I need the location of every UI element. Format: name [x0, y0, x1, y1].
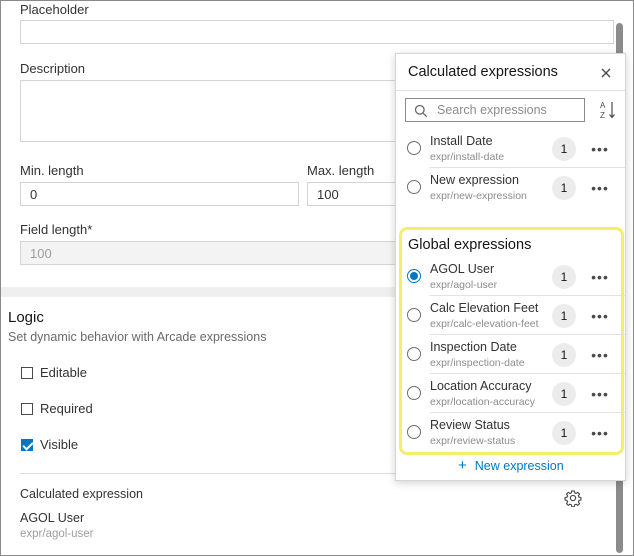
- expression-path: expr/inspection-date: [430, 357, 525, 369]
- new-expression-button[interactable]: + New expression: [458, 457, 564, 474]
- required-label: Required: [40, 401, 93, 416]
- expression-path: expr/calc-elevation-feet: [430, 318, 539, 330]
- expression-radio[interactable]: [407, 180, 421, 194]
- more-options-icon[interactable]: •••: [591, 265, 609, 289]
- editable-checkbox[interactable]: [21, 367, 33, 379]
- svg-text:Z: Z: [600, 111, 605, 120]
- global-expression-row-inspection-date[interactable]: Inspection Date expr/inspection-date 1 •…: [396, 335, 625, 374]
- logic-title: Logic: [8, 309, 44, 326]
- more-options-icon[interactable]: •••: [591, 421, 609, 445]
- sort-az-icon[interactable]: A Z: [599, 100, 617, 120]
- min-length-label: Min. length: [20, 163, 84, 178]
- usage-count-badge: 1: [552, 304, 576, 328]
- new-expression-label: New expression: [474, 459, 564, 473]
- usage-count-badge: 1: [552, 343, 576, 367]
- search-expressions-input[interactable]: Search expressions: [405, 98, 585, 122]
- expression-radio[interactable]: [407, 308, 421, 322]
- svg-text:A: A: [600, 101, 606, 110]
- more-options-icon[interactable]: •••: [591, 176, 609, 200]
- popover-title: Calculated expressions: [408, 64, 558, 80]
- expression-row-new-expression[interactable]: New expression expr/new-expression 1 •••: [396, 168, 625, 207]
- more-options-icon[interactable]: •••: [591, 343, 609, 367]
- usage-count-badge: 1: [552, 265, 576, 289]
- expression-path: expr/location-accuracy: [430, 396, 536, 408]
- field-length-label: Field length*: [20, 222, 93, 237]
- calculated-expression-label: Calculated expression: [20, 487, 143, 501]
- expression-radio-selected[interactable]: [407, 269, 421, 283]
- search-icon: [414, 104, 428, 118]
- expression-name: Inspection Date: [430, 340, 517, 354]
- more-options-icon[interactable]: •••: [591, 382, 609, 406]
- global-expression-row-review-status[interactable]: Review Status expr/review-status 1 •••: [396, 413, 625, 452]
- search-placeholder: Search expressions: [437, 103, 547, 117]
- expression-name: Location Accuracy: [430, 379, 532, 393]
- expression-name: Calc Elevation Feet: [430, 301, 539, 315]
- expression-path: expr/new-expression: [430, 190, 527, 202]
- popover-header-divider: [396, 90, 625, 91]
- logic-subtitle: Set dynamic behavior with Arcade express…: [8, 330, 267, 344]
- editable-label: Editable: [40, 365, 87, 380]
- global-expression-row-agol-user[interactable]: AGOL User expr/agol-user 1 •••: [396, 257, 625, 296]
- calculated-expression-name: AGOL User: [20, 511, 85, 525]
- placeholder-input[interactable]: [20, 20, 614, 44]
- global-expression-row-location-accuracy[interactable]: Location Accuracy expr/location-accuracy…: [396, 374, 625, 413]
- max-length-label: Max. length: [307, 163, 375, 178]
- expression-name: Review Status: [430, 418, 510, 432]
- expression-radio[interactable]: [407, 141, 421, 155]
- calculated-expressions-popover: Calculated expressions Search expression…: [395, 53, 626, 481]
- gear-icon[interactable]: [564, 489, 582, 507]
- divider: [20, 473, 400, 474]
- visible-checkbox[interactable]: [21, 439, 33, 451]
- usage-count-badge: 1: [552, 421, 576, 445]
- usage-count-badge: 1: [552, 176, 576, 200]
- expression-row-install-date[interactable]: Install Date expr/install-date 1 •••: [396, 129, 625, 168]
- calculated-expression-path: expr/agol-user: [20, 528, 94, 540]
- visible-label: Visible: [40, 437, 79, 452]
- required-checkbox[interactable]: [21, 403, 33, 415]
- placeholder-label: Placeholder: [20, 2, 89, 17]
- min-length-input[interactable]: 0: [20, 182, 299, 206]
- close-icon[interactable]: [599, 66, 613, 80]
- usage-count-badge: 1: [552, 137, 576, 161]
- description-label: Description: [20, 61, 86, 76]
- plus-icon: +: [458, 457, 467, 474]
- global-expressions-title: Global expressions: [408, 237, 532, 253]
- expression-name: AGOL User: [430, 262, 495, 276]
- more-options-icon[interactable]: •••: [591, 304, 609, 328]
- expression-radio[interactable]: [407, 347, 421, 361]
- expression-name: New expression: [430, 173, 519, 187]
- expression-path: expr/agol-user: [430, 279, 498, 291]
- expression-radio[interactable]: [407, 425, 421, 439]
- form-settings-panel: Placeholder Description Min. length 0 Ma…: [0, 0, 634, 556]
- expression-name: Install Date: [430, 134, 493, 148]
- global-expression-row-calc-elevation-feet[interactable]: Calc Elevation Feet expr/calc-elevation-…: [396, 296, 625, 335]
- more-options-icon[interactable]: •••: [591, 137, 609, 161]
- usage-count-badge: 1: [552, 382, 576, 406]
- expression-path: expr/review-status: [430, 435, 516, 447]
- expression-path: expr/install-date: [430, 151, 505, 163]
- expression-radio[interactable]: [407, 386, 421, 400]
